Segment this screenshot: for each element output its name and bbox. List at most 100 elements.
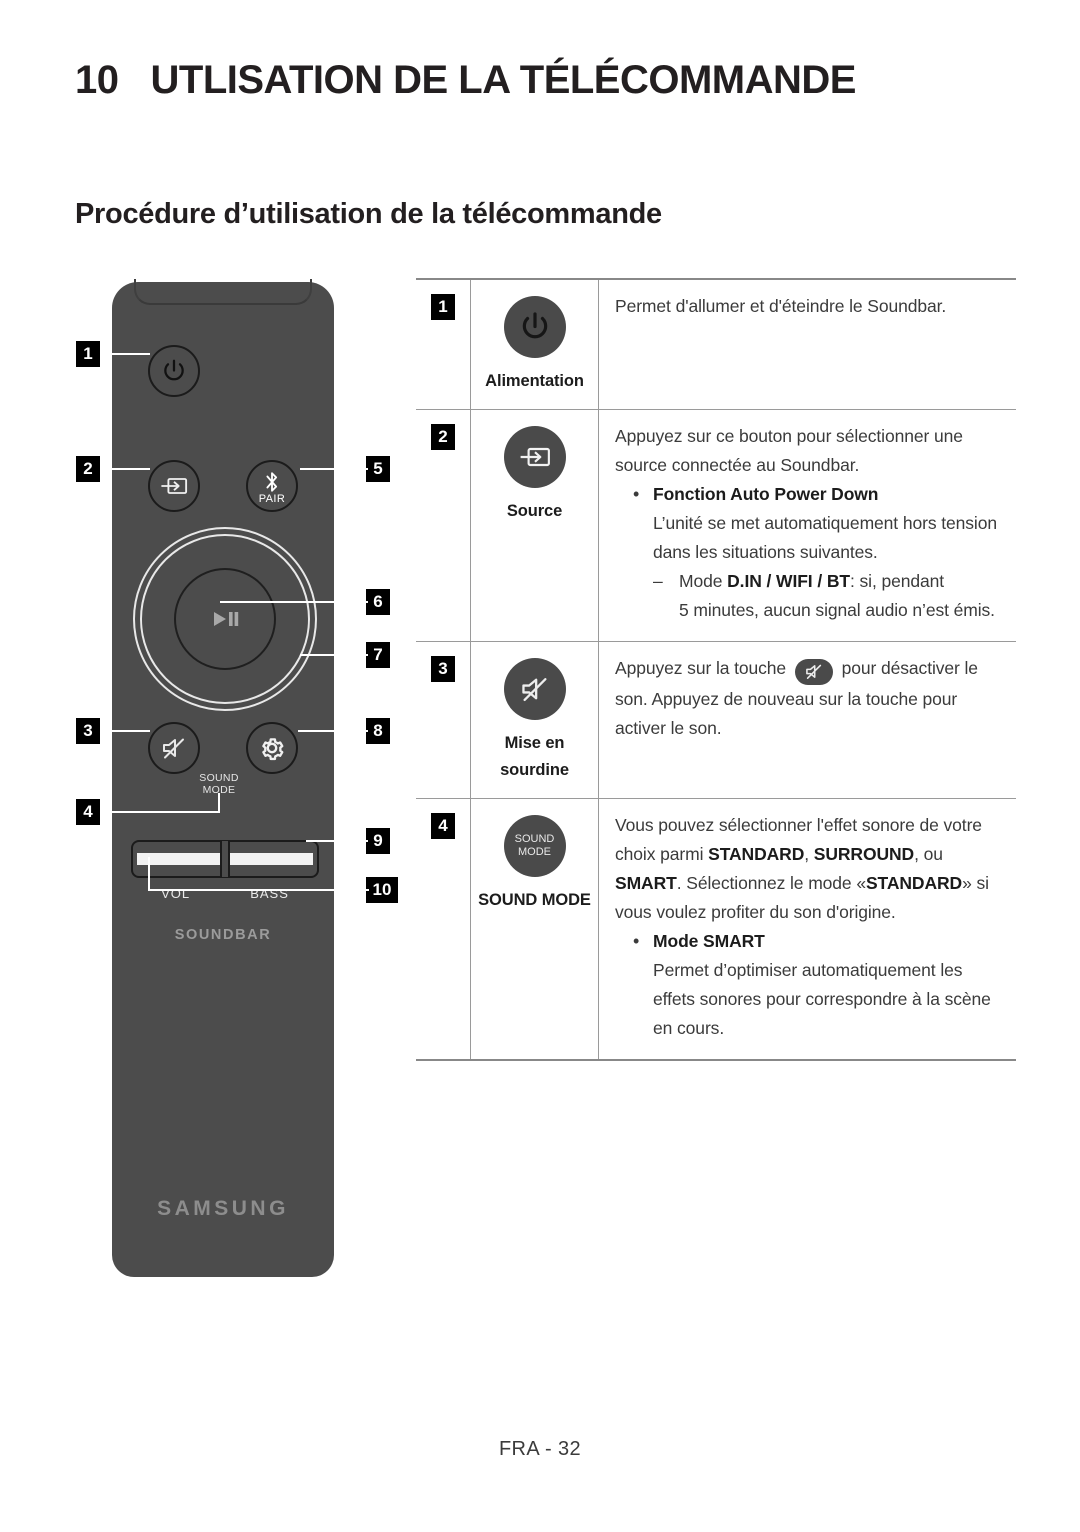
callout-leader-1 <box>100 353 150 355</box>
desc-subline: L’unité se met automatiquement hors tens… <box>653 513 997 562</box>
inline-mute-icon <box>794 658 833 685</box>
row-badge-3: 3 <box>431 656 455 682</box>
r4-run-6: . Sélectionnez le mode « <box>676 873 866 893</box>
row-button-cell: SOUND MODE SOUND MODE <box>471 799 599 1059</box>
section-title: Procédure d’utilisation de la télécomman… <box>75 198 662 230</box>
r4-run-3: SURROUND <box>813 844 915 864</box>
remote-source-button[interactable] <box>148 460 200 512</box>
row-button-label-2: Source <box>506 502 563 520</box>
r4-run-2: , <box>804 844 814 864</box>
row-button-cell: Source <box>471 410 599 641</box>
bullet-glyph: • <box>633 484 640 504</box>
remote-settings-button[interactable] <box>246 722 298 774</box>
callout-leader-3 <box>100 730 150 732</box>
table-sound-mode-button[interactable]: SOUND MODE <box>503 815 566 877</box>
callout-leader-7 <box>300 654 368 656</box>
play-pause-icon <box>214 612 239 626</box>
callout-badge-9: 9 <box>366 828 390 854</box>
callout-leader-5 <box>300 468 368 470</box>
row-description-4: Vous pouvez sélectionner l'effet sonore … <box>599 799 1016 1059</box>
button-description-table: 1 Alimentation Permet d'allumer et d'éte… <box>416 278 1016 1061</box>
bullet-text: Fonction Auto Power Down <box>653 484 879 504</box>
mute-icon <box>521 678 547 702</box>
bluetooth-icon <box>266 471 278 492</box>
callout-badge-7: 7 <box>366 642 390 668</box>
r4-run-7: STANDARD <box>865 873 963 893</box>
callout-leader-9 <box>306 840 368 842</box>
mute-icon <box>805 664 821 680</box>
power-icon <box>164 359 184 381</box>
power-icon <box>522 312 547 339</box>
r4-run-1: STANDARD <box>708 844 805 864</box>
remote-power-button[interactable] <box>148 345 200 397</box>
page-header: 10 UTLISATION DE LA TÉLÉCOMMANDE <box>75 58 1005 103</box>
desc-pre-text: Appuyez sur la touche <box>615 658 787 678</box>
remote-bluetooth-pair-button[interactable]: PAIR <box>246 460 298 512</box>
row-number-cell: 1 <box>416 280 471 409</box>
pair-label: PAIR <box>258 493 286 505</box>
row-badge-4: 4 <box>431 813 455 839</box>
row-badge-1: 1 <box>431 294 455 320</box>
row-description-2: Appuyez sur ce bouton pour sélectionner … <box>599 410 1016 641</box>
rocker-divider <box>220 841 230 877</box>
callout-leader-2 <box>100 468 150 470</box>
source-icon <box>520 447 550 467</box>
table-row: 4 SOUND MODE SOUND MODE Vous pouvez séle… <box>416 799 1016 1059</box>
chapter-number: 10 <box>75 58 119 102</box>
row-button-cell: Mise en sourdine <box>471 642 599 798</box>
remote-diagram: PAIR SOUND MODE VOL BASS SOUNDBAR SAMSUN… <box>60 265 410 1295</box>
remote-body: PAIR SOUND MODE VOL BASS SOUNDBAR SAMSUN… <box>112 279 334 1277</box>
desc-dashline: – Mode D.IN / WIFI / BT: si, pendant <box>653 567 1006 596</box>
gear-icon <box>262 738 284 761</box>
callout-badge-1: 1 <box>76 341 100 367</box>
desc-paragraph: Permet d'allumer et d'éteindre le Soundb… <box>615 296 947 316</box>
dash-text: Mode D.IN / WIFI / BT: si, pendant <box>679 567 944 596</box>
dash-glyph: – <box>653 571 663 591</box>
remote-mute-button[interactable] <box>148 722 200 774</box>
row-number-cell: 4 <box>416 799 471 1059</box>
callout-badge-2: 2 <box>76 456 100 482</box>
callout-badge-4: 4 <box>76 799 100 825</box>
dash-text-b: D.IN / WIFI / BT <box>727 571 850 591</box>
mute-icon <box>163 738 184 759</box>
row-description-3: Appuyez sur la touche pour désactiver le… <box>599 642 1016 798</box>
callout-badge-5: 5 <box>366 456 390 482</box>
callout-leader-4-horizontal <box>100 811 220 813</box>
sound-mode-button-text: SOUND MODE <box>515 833 555 859</box>
row-button-label-3-line1: Mise en <box>504 734 565 752</box>
row-badge-2: 2 <box>431 424 455 450</box>
table-mute-button[interactable] <box>503 658 566 720</box>
sound-mode-line-1: SOUND <box>514 833 555 845</box>
callout-leader-6 <box>220 601 368 603</box>
desc-bullet: • Mode SMART <box>633 927 1006 956</box>
dash-text-c: : si, pendant <box>849 571 945 591</box>
remote-volume-bass-rocker[interactable] <box>131 840 319 878</box>
row-button-label-3: Mise en sourdine <box>500 730 569 784</box>
callout-leader-10-horizontal <box>149 889 369 891</box>
source-icon <box>161 478 188 494</box>
callout-badge-10: 10 <box>366 877 398 903</box>
remote-top-notch <box>134 279 312 305</box>
remote-product-label: SOUNDBAR <box>174 927 272 943</box>
row-button-cell: Alimentation <box>471 280 599 409</box>
row-number-cell: 2 <box>416 410 471 641</box>
page-footer: FRA - 32 <box>498 1438 582 1460</box>
samsung-logo: SAMSUNG <box>157 1197 289 1220</box>
callout-leader-10-vertical <box>148 857 150 891</box>
remote-play-pause-button[interactable] <box>174 568 276 670</box>
row-button-label-1: Alimentation <box>485 372 584 390</box>
desc-paragraph: Appuyez sur ce bouton pour sélectionner … <box>615 426 963 475</box>
table-source-button[interactable] <box>503 426 566 488</box>
dash-text-a: Mode <box>679 571 728 591</box>
callout-badge-8: 8 <box>366 718 390 744</box>
callout-leader-8 <box>298 730 368 732</box>
table-row: 1 Alimentation Permet d'allumer et d'éte… <box>416 280 1016 410</box>
desc-subline: Permet d’optimiser automatiquement les e… <box>653 960 991 1038</box>
r4-run-5: SMART <box>615 873 677 893</box>
desc-bullet: • Fonction Auto Power Down <box>633 480 1006 509</box>
table-power-button[interactable] <box>503 296 566 358</box>
bullet-glyph: • <box>633 931 640 951</box>
bullet-text: Mode SMART <box>653 931 765 951</box>
page-title: UTLISATION DE LA TÉLÉCOMMANDE <box>150 58 857 102</box>
table-row: 2 Source Appuyez sur ce bouton pour séle… <box>416 410 1016 642</box>
